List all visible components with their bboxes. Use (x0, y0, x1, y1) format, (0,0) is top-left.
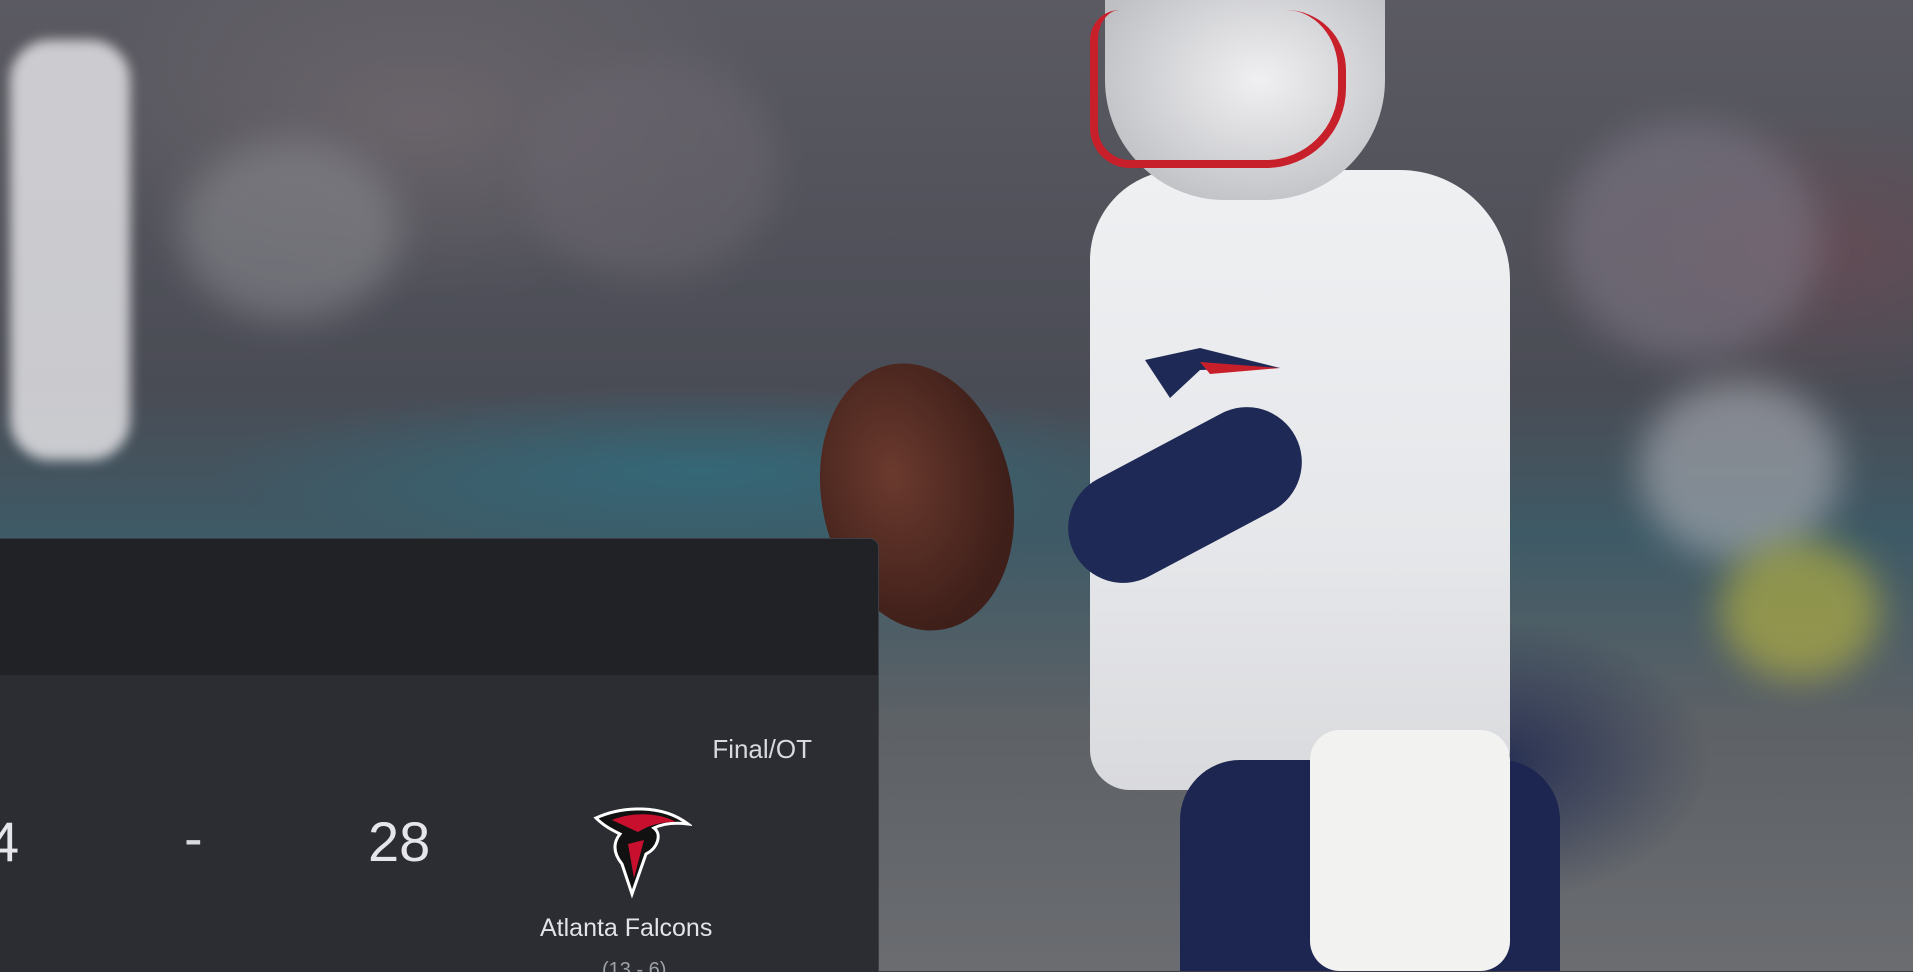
crowd-blur (180, 140, 400, 320)
away-team-name[interactable]: Atlanta Falcons (540, 914, 712, 943)
crowd-blur (1640, 380, 1840, 560)
away-team-record: (13 - 6) (602, 959, 667, 972)
falcons-logo-icon[interactable] (592, 804, 692, 900)
scoreboard-header (0, 539, 878, 675)
crowd-blur (1720, 540, 1880, 680)
player-facemask (1090, 10, 1346, 168)
away-score: 28 (368, 810, 431, 873)
scoreboard-card[interactable]: Final/OT 4 - 28 Atlanta Falcons (13 - 6) (0, 538, 879, 972)
crowd-blur (520, 60, 780, 280)
player-towel (1310, 730, 1510, 971)
score-row: 4 - 28 (0, 806, 878, 909)
home-score: 4 (0, 809, 19, 874)
patriots-logo-icon (1145, 348, 1280, 398)
crowd-blur (1560, 120, 1820, 360)
background-figure (10, 40, 130, 460)
game-status: Final/OT (712, 734, 812, 764)
score-separator: - (184, 806, 203, 869)
